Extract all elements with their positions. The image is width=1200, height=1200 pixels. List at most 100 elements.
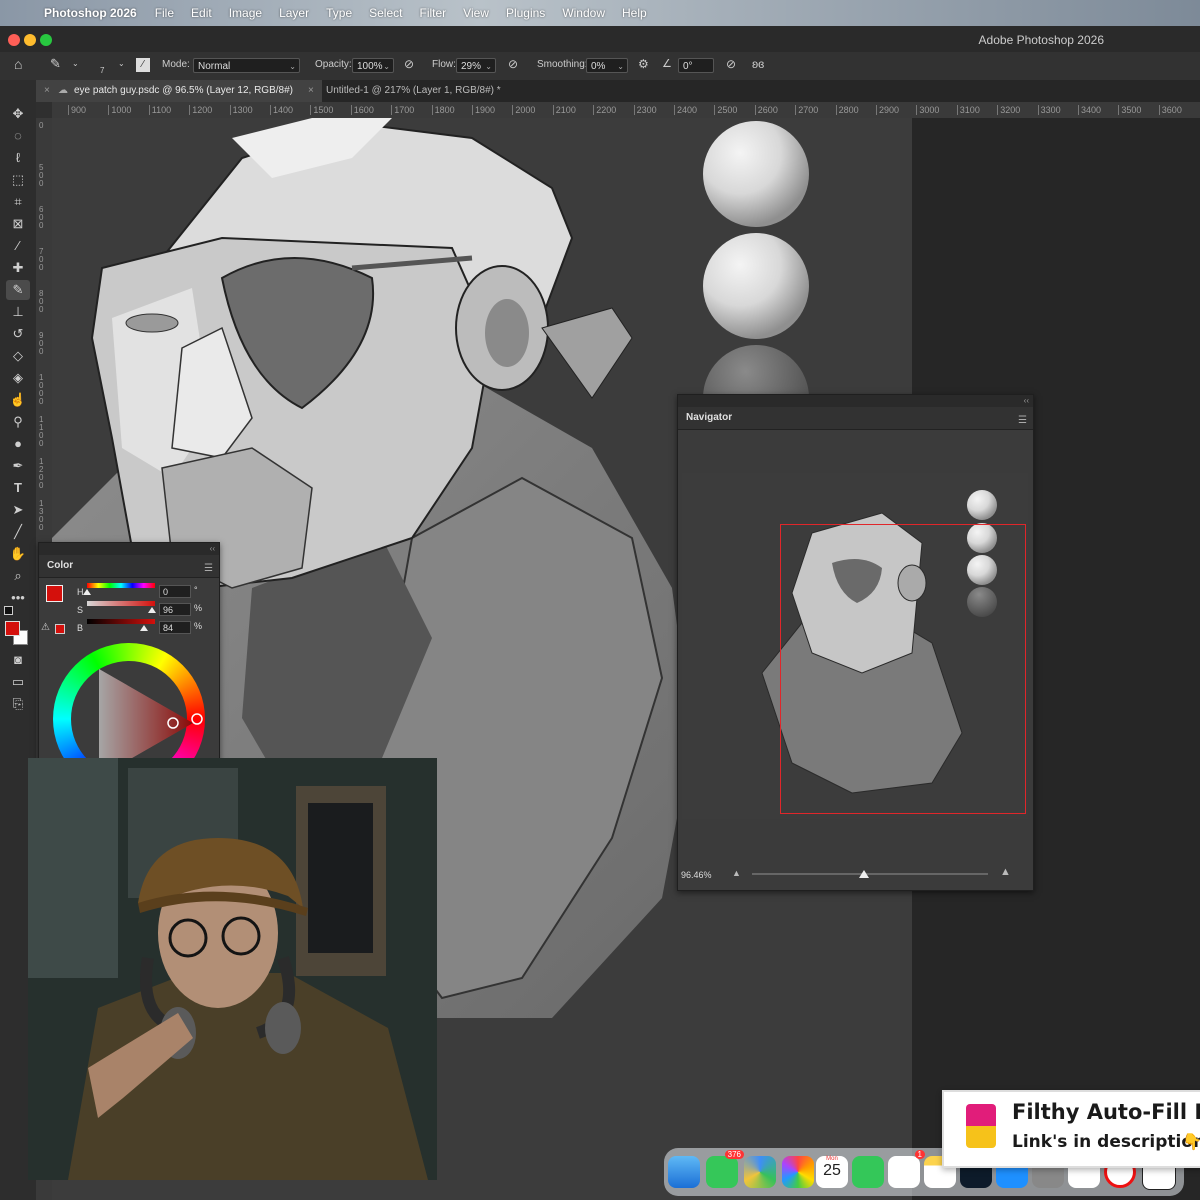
move-tool-icon[interactable]: ✥: [6, 104, 30, 124]
brush-tool-icon[interactable]: ✎: [6, 280, 30, 300]
menu-edit[interactable]: Edit: [191, 6, 212, 20]
gear-icon[interactable]: ⚙: [638, 57, 649, 71]
photos-icon[interactable]: [782, 1156, 814, 1188]
menu-filter[interactable]: Filter: [419, 6, 446, 20]
hue-picker-ring: [191, 713, 203, 725]
crop-tool-icon[interactable]: ⌗: [6, 192, 30, 212]
app-menu[interactable]: Photoshop 2026: [44, 6, 137, 20]
flow-field[interactable]: 29% ⌄: [456, 58, 496, 73]
out-of-gamut-warning-icon[interactable]: ⚠: [41, 622, 50, 633]
reminders-icon[interactable]: 1: [888, 1150, 925, 1188]
paint-bucket-tool-icon[interactable]: ◈: [6, 368, 30, 388]
maps-icon[interactable]: [744, 1156, 776, 1188]
saturation-slider[interactable]: [87, 601, 155, 606]
close-icon[interactable]: ×: [44, 80, 50, 102]
close-icon[interactable]: ×: [308, 80, 314, 102]
ruler-origin[interactable]: [36, 102, 52, 118]
screen-mode-icon[interactable]: ▭: [6, 672, 30, 692]
saturation-slider-thumb[interactable]: [148, 607, 157, 613]
zoom-in-icon[interactable]: ▲: [1000, 866, 1011, 878]
collapse-icon[interactable]: ‹‹: [39, 543, 219, 555]
path-select-tool-icon[interactable]: ➤: [6, 500, 30, 520]
zoom-slider-thumb[interactable]: [858, 870, 869, 878]
minimize-window-button[interactable]: [24, 34, 36, 46]
more-tools-icon[interactable]: •••: [6, 588, 30, 608]
panel-menu-icon[interactable]: ☰: [1018, 415, 1027, 426]
ruler-tick-label: 800: [39, 289, 44, 314]
chevron-down-icon[interactable]: ⌄: [118, 59, 125, 68]
foreground-color-swatch[interactable]: [46, 585, 63, 602]
mode-select[interactable]: Normal ⌄: [193, 58, 300, 73]
menu-select[interactable]: Select: [369, 6, 402, 20]
lasso-tool-icon[interactable]: ℓ: [6, 148, 30, 168]
tab-eye-patch-guy[interactable]: × ☁ eye patch guy.psdc @ 96.5% (Layer 12…: [36, 80, 322, 102]
panel-menu-icon[interactable]: ☰: [204, 563, 213, 574]
navigator-thumbnail[interactable]: [682, 473, 1028, 819]
frame-tool-icon[interactable]: ⊠: [6, 214, 30, 234]
brightness-field[interactable]: 84: [159, 621, 191, 634]
zoom-level[interactable]: 96.46%: [681, 870, 712, 880]
finder-icon[interactable]: [668, 1156, 700, 1188]
pressure-opacity-icon[interactable]: ⊘: [404, 57, 414, 71]
chevron-down-icon[interactable]: ⌄: [72, 59, 79, 68]
hue-field[interactable]: 0: [159, 585, 191, 598]
menu-file[interactable]: File: [155, 6, 174, 20]
menu-window[interactable]: Window: [562, 6, 605, 20]
saturation-field[interactable]: 96: [159, 603, 191, 616]
brush-preset-icon[interactable]: ✎: [50, 56, 61, 72]
brush-settings-icon[interactable]: ⁄: [136, 58, 150, 72]
zoom-slider[interactable]: [752, 873, 988, 875]
brightness-slider-thumb[interactable]: [140, 625, 149, 631]
opacity-field[interactable]: 100% ⌄: [352, 58, 394, 73]
home-icon[interactable]: ⌂: [14, 56, 22, 72]
ruler-tick-label: 1600: [350, 105, 374, 115]
menu-image[interactable]: Image: [229, 6, 262, 20]
eyedropper-tool-icon[interactable]: ⁄: [6, 236, 30, 256]
tab-untitled-1[interactable]: × Untitled-1 @ 217% (Layer 1, RGB/8#) *: [300, 80, 511, 102]
menu-help[interactable]: Help: [622, 6, 647, 20]
angle-field[interactable]: 0°: [678, 58, 714, 73]
messages-icon[interactable]: 376: [706, 1150, 744, 1188]
zoom-tool-icon[interactable]: ⌕: [6, 566, 30, 586]
hue-slider[interactable]: [87, 583, 155, 588]
brightness-slider[interactable]: [87, 619, 155, 624]
foreground-color-swatch[interactable]: [5, 621, 20, 636]
menu-type[interactable]: Type: [326, 6, 352, 20]
facetime-icon[interactable]: [852, 1156, 884, 1188]
airbrush-icon[interactable]: ⊘: [508, 57, 518, 71]
zoom-window-button[interactable]: [40, 34, 52, 46]
collapse-icon[interactable]: ‹‹: [678, 395, 1033, 407]
smudge-tool-icon[interactable]: ☝: [6, 390, 30, 410]
brush-size-value[interactable]: 7: [100, 66, 104, 75]
stamp-tool-icon[interactable]: ⊥: [6, 302, 30, 322]
promo-banner[interactable]: Filthy Auto-Fill P Link's in description…: [942, 1090, 1200, 1168]
color-panel-title: Color: [39, 555, 219, 578]
symmetry-icon[interactable]: ʚɞ: [752, 57, 764, 71]
history-brush-tool-icon[interactable]: ↺: [6, 324, 30, 344]
line-tool-icon[interactable]: ╱: [6, 522, 30, 542]
marquee-tool-icon[interactable]: ◌: [6, 126, 30, 146]
healing-brush-tool-icon[interactable]: ✚: [6, 258, 30, 278]
menu-layer[interactable]: Layer: [279, 6, 309, 20]
smoothing-field[interactable]: 0% ⌄: [586, 58, 628, 73]
default-colors-icon[interactable]: [4, 606, 13, 615]
object-select-tool-icon[interactable]: ⬚: [6, 170, 30, 190]
pressure-size-icon[interactable]: ⊘: [726, 57, 736, 71]
quick-mask-icon[interactable]: ◙: [6, 650, 30, 670]
navigator-view-frame[interactable]: [780, 524, 1026, 814]
hand-tool-icon[interactable]: ✋: [6, 544, 30, 564]
dodge-tool-icon[interactable]: ⚲: [6, 412, 30, 432]
pen-tool-icon[interactable]: ✒: [6, 456, 30, 476]
calendar-icon[interactable]: Mon 25: [816, 1156, 848, 1188]
menu-plugins[interactable]: Plugins: [506, 6, 545, 20]
eraser-tool-icon[interactable]: ◇: [6, 346, 30, 366]
gamut-color-swatch[interactable]: [55, 624, 65, 634]
edit-toolbar-icon[interactable]: ⎘: [6, 694, 30, 714]
close-window-button[interactable]: [8, 34, 20, 46]
type-tool-icon[interactable]: T: [6, 478, 30, 498]
zoom-out-icon[interactable]: ▲: [732, 868, 741, 878]
burn-tool-icon[interactable]: ●: [6, 434, 30, 454]
ruler-tick-label: 1700: [391, 105, 414, 115]
hue-slider-thumb[interactable]: [83, 589, 91, 595]
menu-view[interactable]: View: [463, 6, 489, 20]
